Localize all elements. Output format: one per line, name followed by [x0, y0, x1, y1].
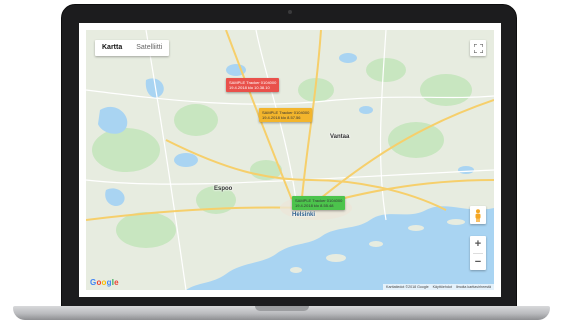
attribution-copyright: Karttatiedot ©2018 Google [386, 285, 429, 289]
place-label-vantaa: Vantaa [330, 134, 350, 140]
marker-timestamp: 19.4.2018 klo 8.57.56 [262, 115, 301, 120]
tracker-marker-red[interactable]: SAMPLE Tracker 0104000 19.4.2018 klo 10.… [226, 78, 280, 92]
report-error-link[interactable]: Ilmoita karttavirheestä [456, 285, 491, 289]
zoom-in-button[interactable]: + [470, 236, 486, 253]
place-label-espoo: Espoo [214, 186, 233, 192]
map-type-control: Kartta Satelliitti [95, 40, 170, 56]
fullscreen-button[interactable] [470, 40, 486, 56]
map-type-satellite-button[interactable]: Satelliitti [129, 40, 169, 56]
place-label-helsinki: Helsinki [292, 212, 316, 218]
map-type-kartta-button[interactable]: Kartta [95, 40, 129, 56]
pegman-icon [475, 208, 481, 222]
google-logo: Google [90, 278, 119, 287]
map-view[interactable]: Espoo Vantaa Helsinki SAMPLE Tracker 010… [86, 30, 494, 290]
marker-timestamp: 19.4.2018 klo 8.55.48 [295, 203, 334, 208]
zoom-out-button[interactable]: − [470, 254, 486, 271]
tracker-marker-green[interactable]: SAMPLE Tracker 0104000 19.4.2018 klo 8.5… [292, 196, 346, 210]
laptop-screen: Espoo Vantaa Helsinki SAMPLE Tracker 010… [79, 23, 501, 297]
street-view-button[interactable] [470, 206, 486, 224]
laptop-notch [255, 306, 309, 311]
laptop-lid: Espoo Vantaa Helsinki SAMPLE Tracker 010… [61, 4, 517, 316]
tracker-marker-yellow[interactable]: SAMPLE Tracker 0104000 19.4.2018 klo 8.5… [259, 108, 313, 122]
map-canvas[interactable] [86, 30, 494, 290]
fullscreen-icon [473, 43, 483, 53]
webcam [288, 10, 292, 14]
google-logo-text: Google [90, 278, 119, 287]
marker-timestamp: 19.4.2018 klo 10.38.10 [229, 85, 270, 90]
terms-link[interactable]: Käyttöehdot [433, 285, 452, 289]
map-attribution: Karttatiedot ©2018 Google Käyttöehdot Il… [383, 284, 494, 290]
laptop-mockup: Espoo Vantaa Helsinki SAMPLE Tracker 010… [0, 0, 563, 327]
laptop-base [13, 306, 550, 320]
zoom-control: + − [470, 236, 486, 270]
